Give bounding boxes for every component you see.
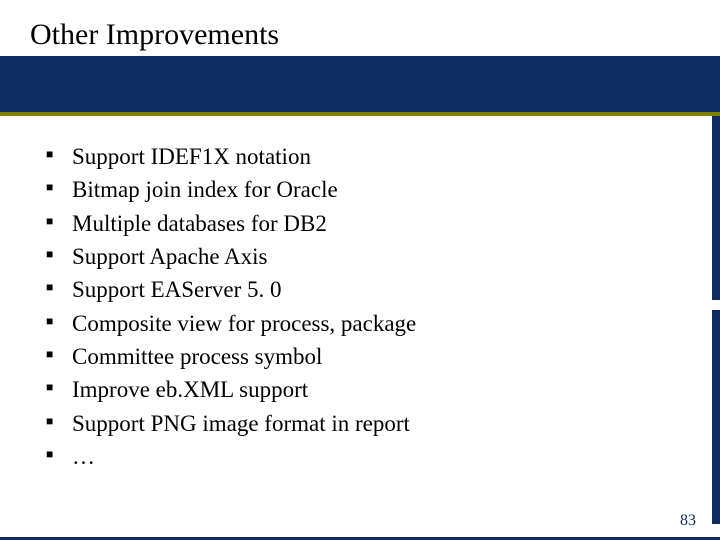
- list-item-text: Multiple databases for DB2: [72, 211, 327, 236]
- list-item: Support IDEF1X notation: [42, 140, 680, 173]
- list-item: Improve eb.XML support: [42, 373, 680, 406]
- list-item: Support PNG image format in report: [42, 407, 680, 440]
- list-item-text: Bitmap join index for Oracle: [72, 177, 338, 202]
- content-area: Support IDEF1X notation Bitmap join inde…: [42, 140, 680, 473]
- right-rail: [712, 116, 720, 524]
- list-item-text: Support PNG image format in report: [72, 411, 410, 436]
- list-item-text: Committee process symbol: [72, 344, 322, 369]
- list-item: Bitmap join index for Oracle: [42, 173, 680, 206]
- slide: Other Improvements Support IDEF1X notati…: [0, 0, 720, 540]
- list-item: Multiple databases for DB2: [42, 207, 680, 240]
- page-number: 83: [680, 512, 696, 530]
- right-rail-gap: [712, 300, 720, 310]
- bullet-list: Support IDEF1X notation Bitmap join inde…: [42, 140, 680, 473]
- list-item-text: Support Apache Axis: [72, 244, 268, 269]
- list-item-text: Composite view for process, package: [72, 311, 416, 336]
- title-area: Other Improvements: [0, 0, 720, 112]
- list-item-text: …: [72, 444, 95, 469]
- list-item: …: [42, 440, 680, 473]
- accent-line: [0, 112, 720, 116]
- list-item: Support Apache Axis: [42, 240, 680, 273]
- slide-title: Other Improvements: [30, 18, 279, 52]
- title-band: [0, 56, 720, 112]
- list-item-text: Improve eb.XML support: [72, 377, 308, 402]
- list-item-text: Support EAServer 5. 0: [72, 277, 282, 302]
- list-item: Committee process symbol: [42, 340, 680, 373]
- list-item: Composite view for process, package: [42, 307, 680, 340]
- list-item: Support EAServer 5. 0: [42, 273, 680, 306]
- list-item-text: Support IDEF1X notation: [72, 144, 311, 169]
